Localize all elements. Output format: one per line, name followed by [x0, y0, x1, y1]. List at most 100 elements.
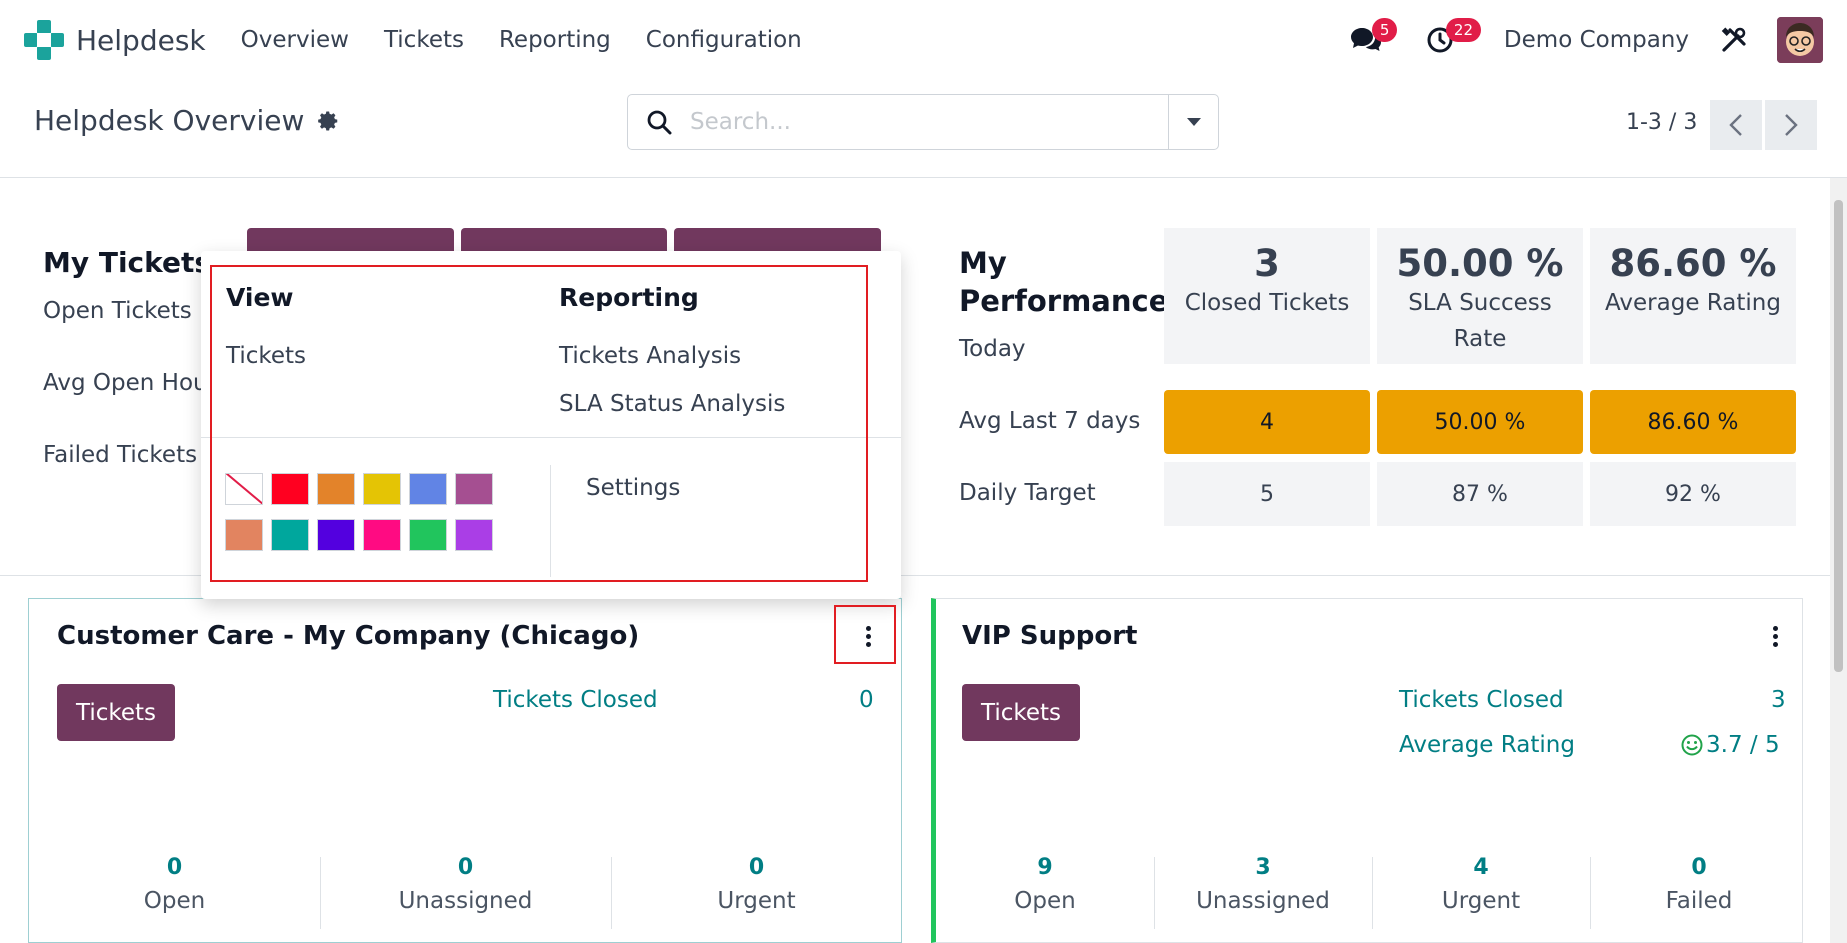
- stat-failed-label: Failed: [1665, 888, 1733, 914]
- helpdesk-logo-icon: [24, 20, 64, 60]
- average-rating-stat[interactable]: 86.60 % Average Rating: [1590, 228, 1796, 364]
- stat-failed[interactable]: 0 Failed: [1590, 855, 1808, 914]
- color-swatch[interactable]: [271, 473, 309, 505]
- color-swatch[interactable]: [363, 473, 401, 505]
- average-rating-avg: 86.60 %: [1590, 390, 1796, 454]
- sla-success-avg: 50.00 %: [1377, 390, 1583, 454]
- company-switcher[interactable]: Demo Company: [1504, 27, 1689, 53]
- today-label: Today: [959, 336, 1026, 362]
- team-card-title[interactable]: VIP Support: [962, 621, 1137, 651]
- pager-next-button[interactable]: [1765, 100, 1817, 150]
- gear-icon[interactable]: [318, 110, 340, 132]
- debug-tools-button[interactable]: [1719, 18, 1749, 62]
- messages-badge: 5: [1371, 18, 1398, 42]
- tickets-closed-value[interactable]: 0: [859, 687, 874, 713]
- color-swatch[interactable]: [409, 519, 447, 551]
- stat-urgent-count: 0: [748, 855, 765, 880]
- card-options-button[interactable]: [1771, 626, 1779, 647]
- avg-last-7-days-label: Avg Last 7 days: [959, 408, 1141, 434]
- stat-open-count: 9: [1037, 855, 1053, 880]
- menu-tickets[interactable]: Tickets: [384, 27, 464, 53]
- color-swatch-none[interactable]: [225, 473, 263, 505]
- dropdown-divider-vertical: [550, 465, 551, 577]
- card-options-dropdown: View Tickets Reporting Tickets Analysis …: [201, 251, 901, 599]
- color-swatch[interactable]: [317, 473, 355, 505]
- color-swatch[interactable]: [455, 473, 493, 505]
- stat-open[interactable]: 0 Open: [29, 855, 320, 914]
- brand[interactable]: Helpdesk: [24, 20, 206, 60]
- menu-overview[interactable]: Overview: [241, 27, 349, 53]
- navbar-right: 5 22 Demo Company: [1344, 0, 1847, 80]
- color-swatch[interactable]: [225, 519, 263, 551]
- stat-open-label: Open: [143, 888, 206, 914]
- color-swatch[interactable]: [409, 473, 447, 505]
- color-swatch[interactable]: [363, 519, 401, 551]
- team-card-title[interactable]: Customer Care - My Company (Chicago): [57, 621, 639, 651]
- sla-success-target: 87 %: [1377, 462, 1583, 526]
- search-options-toggle[interactable]: [1168, 95, 1218, 149]
- dropdown-view-heading: View: [226, 283, 294, 312]
- stat-urgent-label: Urgent: [1441, 888, 1521, 914]
- activities-button[interactable]: 22: [1418, 18, 1482, 62]
- stat-urgent[interactable]: 0 Urgent: [611, 855, 902, 914]
- dropdown-item-sla-status-analysis[interactable]: SLA Status Analysis: [559, 391, 785, 417]
- tickets-button[interactable]: Tickets: [57, 684, 175, 741]
- team-card-vip-support: VIP Support Tickets Tickets Closed 3 Ave…: [931, 598, 1803, 943]
- sla-success-label-1: SLA Success: [1408, 290, 1552, 316]
- team-card-customer-care: Customer Care - My Company (Chicago) Tic…: [28, 598, 902, 943]
- tickets-button[interactable]: Tickets: [962, 684, 1080, 741]
- perf-title-line2: Performance: [959, 284, 1169, 318]
- search-bar: [627, 94, 1219, 150]
- average-rating-value: 86.60 %: [1609, 242, 1777, 285]
- average-rating-value[interactable]: 3.7 / 5: [1681, 732, 1780, 758]
- sla-success-label-2: Rate: [1453, 326, 1507, 352]
- messages-button[interactable]: 5: [1344, 18, 1398, 62]
- color-swatch[interactable]: [455, 519, 493, 551]
- chevron-left-icon: [1729, 114, 1742, 136]
- dropdown-item-tickets[interactable]: Tickets: [226, 343, 306, 369]
- tickets-closed-link[interactable]: Tickets Closed: [1399, 687, 1564, 713]
- my-performance-title: My Performance: [959, 244, 1168, 320]
- smile-icon: [1681, 734, 1703, 756]
- sla-success-stat[interactable]: 50.00 % SLA Success Rate: [1377, 228, 1583, 364]
- color-swatch[interactable]: [271, 519, 309, 551]
- closed-tickets-label: Closed Tickets: [1184, 290, 1350, 316]
- chevron-right-icon: [1785, 114, 1798, 136]
- page-scrollbar[interactable]: [1830, 178, 1847, 943]
- tools-icon: [1721, 27, 1746, 52]
- color-swatch[interactable]: [317, 519, 355, 551]
- stat-failed-count: 0: [1691, 855, 1707, 880]
- closed-tickets-avg: 4: [1164, 390, 1370, 454]
- closed-tickets-target: 5: [1164, 462, 1370, 526]
- stat-urgent[interactable]: 4 Urgent: [1372, 855, 1590, 914]
- stat-open[interactable]: 9 Open: [936, 855, 1154, 914]
- stat-unassigned[interactable]: 0 Unassigned: [320, 855, 611, 914]
- sla-success-value: 50.00 %: [1396, 242, 1564, 285]
- daily-target-label: Daily Target: [959, 480, 1096, 506]
- stat-unassigned-label: Unassigned: [398, 888, 533, 914]
- dropdown-item-settings[interactable]: Settings: [586, 475, 680, 501]
- top-navbar: Helpdesk Overview Tickets Reporting Conf…: [0, 0, 1847, 80]
- activities-badge: 22: [1445, 18, 1482, 42]
- control-panel: Helpdesk Overview 1-3 / 3: [0, 80, 1847, 178]
- stat-open-label: Open: [1014, 888, 1076, 914]
- user-avatar[interactable]: [1777, 17, 1823, 63]
- closed-tickets-stat[interactable]: 3 Closed Tickets: [1164, 228, 1370, 364]
- average-rating-label: Average Rating: [1605, 290, 1781, 316]
- average-rating-link[interactable]: Average Rating: [1399, 732, 1575, 758]
- search-input[interactable]: [690, 109, 1160, 135]
- stat-unassigned[interactable]: 3 Unassigned: [1154, 855, 1372, 914]
- stat-unassigned-count: 0: [457, 855, 474, 880]
- search-icon: [647, 110, 672, 135]
- tickets-closed-value[interactable]: 3: [1771, 687, 1786, 713]
- page-title-text: Helpdesk Overview: [34, 104, 305, 137]
- my-tickets-title: My Tickets: [43, 246, 212, 279]
- tickets-closed-link[interactable]: Tickets Closed: [493, 687, 658, 713]
- pager-previous-button[interactable]: [1710, 100, 1762, 150]
- menu-configuration[interactable]: Configuration: [646, 27, 802, 53]
- menu-reporting[interactable]: Reporting: [499, 27, 611, 53]
- card-options-button[interactable]: [864, 626, 872, 647]
- scrollbar-thumb[interactable]: [1834, 200, 1843, 672]
- main-menu: Overview Tickets Reporting Configuration: [241, 27, 837, 53]
- dropdown-item-tickets-analysis[interactable]: Tickets Analysis: [559, 343, 741, 369]
